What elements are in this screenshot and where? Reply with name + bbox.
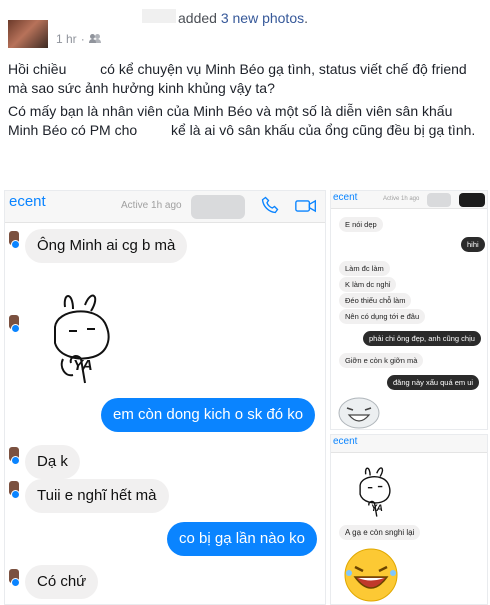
phone-icon — [261, 196, 279, 214]
blurred-area — [191, 195, 245, 219]
message-bubble: Dạ k — [25, 445, 80, 479]
recent-label: ecent — [333, 436, 358, 447]
recent-label: ecent — [9, 193, 46, 210]
message-bubble: Ông Minh ai cg b mà — [25, 229, 188, 263]
message-bubble: phải chi ông đẹp, anh cũng chịu — [363, 331, 481, 346]
poster-name-redacted — [142, 9, 176, 23]
sender-avatar — [9, 481, 20, 499]
avatar[interactable] — [8, 20, 48, 48]
sender-avatar — [9, 447, 20, 465]
sender-avatar — [9, 231, 20, 249]
sender-avatar — [9, 315, 20, 333]
post-paragraph: Có mấy bạn là nhân viên của Minh Béo và … — [8, 103, 476, 138]
laughing-emoji-sticker — [338, 397, 380, 429]
photo-2[interactable]: ecent Active 1h ago E nói dẹp hihi Làm đ… — [330, 190, 488, 430]
video-icon — [295, 199, 316, 213]
post-meta: 1 hr · — [56, 32, 102, 46]
message-bubble: Nên có dụng tới e đâu — [339, 309, 426, 324]
post-body: Hồi chiều có kể chuyện vụ Minh Béo gạ tì… — [8, 60, 486, 144]
sticker-text: YA — [73, 357, 93, 374]
chat-topbar: ecent — [331, 435, 487, 453]
photo-3[interactable]: ecent YA A gạ e còn snghi lại — [330, 434, 488, 605]
blurred-area — [459, 193, 485, 207]
post-header: added 3 new photos. 1 hr · — [0, 0, 490, 56]
post-action-text: added 3 new photos. — [178, 10, 309, 26]
message-bubble: Đéo thiếu chỗ làm — [339, 293, 412, 308]
redacted-name — [141, 123, 168, 135]
chat-topbar: ecent Active 1h ago — [5, 191, 325, 223]
message-bubble: K làm dc nghỉ — [339, 277, 397, 292]
photo-grid: ecent Active 1h ago Ông Minh ai cg b mà … — [4, 190, 488, 605]
post-paragraph: Hồi chiều có kể chuyện vụ Minh Béo gạ tì… — [8, 61, 467, 96]
sticker-text: YA — [371, 503, 383, 513]
redacted-name — [70, 62, 97, 74]
sender-avatar — [9, 569, 20, 587]
message-bubble: co bị gạ lần nào ko — [167, 522, 317, 556]
chat-topbar: ecent Active 1h ago — [331, 191, 487, 209]
message-bubble: hihi — [461, 237, 485, 252]
photo-1[interactable]: ecent Active 1h ago Ông Minh ai cg b mà … — [4, 190, 326, 605]
active-status: Active 1h ago — [121, 200, 182, 211]
new-photos-link[interactable]: 3 new photos — [221, 10, 304, 26]
message-bubble: A gạ e còn snghi lại — [339, 525, 421, 540]
message-bubble: em còn dong kich o sk đó ko — [101, 398, 316, 432]
blurred-area — [427, 193, 451, 207]
post-timestamp[interactable]: 1 hr — [56, 32, 77, 46]
message-bubble: Có chứ — [25, 565, 99, 599]
active-status: Active 1h ago — [383, 196, 420, 202]
message-bubble: Tuii e nghĩ hết mà — [25, 479, 169, 513]
laughing-emoji-sticker — [344, 548, 398, 602]
friends-audience-icon[interactable] — [88, 34, 102, 44]
message-bubble: Làm đc làm — [339, 261, 390, 276]
message-bubble: Giỡn e còn k giỡn mà — [339, 353, 424, 368]
recent-label: ecent — [333, 192, 358, 203]
message-bubble: đăng này xấu quá em ui — [387, 375, 480, 390]
message-bubble: E nói dẹp — [339, 217, 383, 232]
